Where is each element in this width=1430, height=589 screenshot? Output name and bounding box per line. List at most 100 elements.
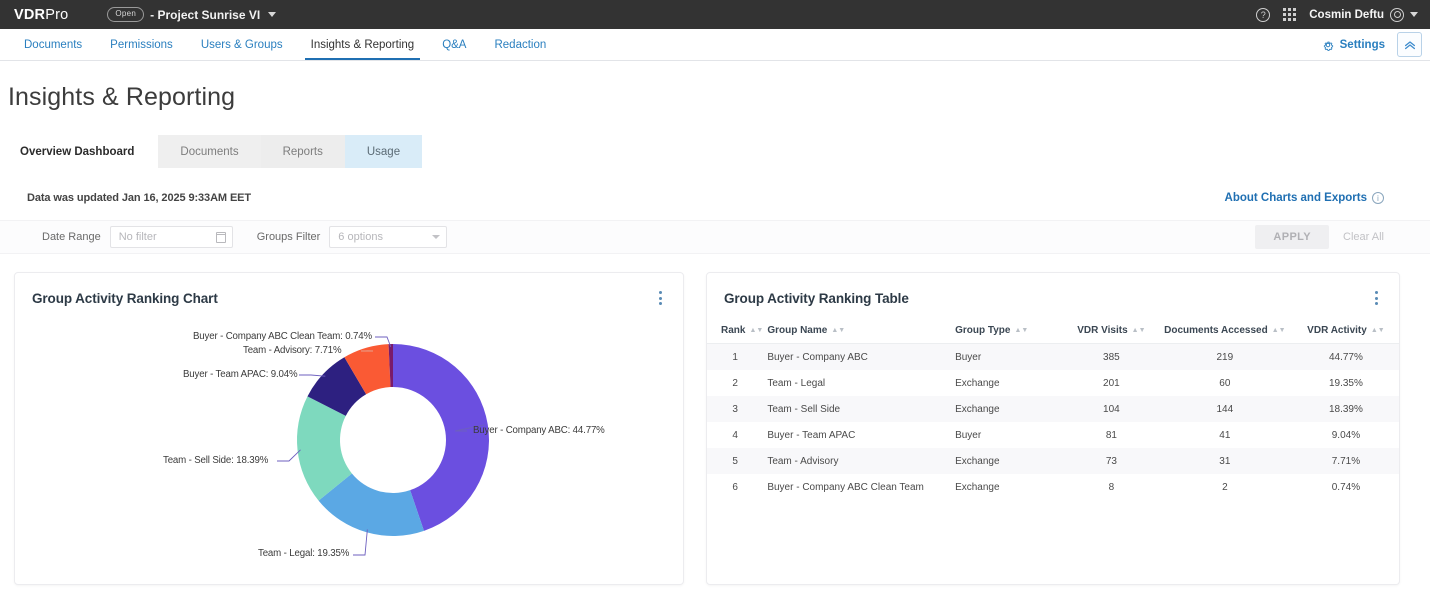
nav-item-redaction[interactable]: Redaction [480,29,560,60]
column-header-group-type[interactable]: Group Type▲▼ [955,319,1066,344]
cell-vdr-visits: 8 [1066,474,1157,500]
cell-rank: 6 [707,474,763,500]
updated-row: Data was updated Jan 16, 2025 9:33AM EET… [0,192,1430,204]
clear-all-button[interactable]: Clear All [1343,231,1384,243]
chevron-down-icon [1410,12,1418,17]
navbar-actions: Settings [1321,29,1430,60]
table-card-title: Group Activity Ranking Table [724,291,909,306]
column-header-rank[interactable]: Rank▲▼ [707,319,763,344]
status-badge: Open [107,7,144,22]
sort-icon: ▲▼ [1371,327,1385,334]
chart-label-clean-team: Buyer - Company ABC Clean Team: 0.74% [193,331,372,342]
tab-usage[interactable]: Usage [345,135,422,168]
table-row[interactable]: 6Buyer - Company ABC Clean TeamExchange8… [707,474,1399,500]
cell-vdr-activity: 18.39% [1293,396,1399,422]
cell-rank: 5 [707,448,763,474]
nav-item-insights-reporting[interactable]: Insights & Reporting [297,29,429,60]
cell-group-name: Buyer - Team APAC [763,422,955,448]
tab-documents[interactable]: Documents [158,135,260,168]
nav-item-qa[interactable]: Q&A [428,29,480,60]
cell-rank: 3 [707,396,763,422]
table-body: 1Buyer - Company ABCBuyer38521944.77%2Te… [707,344,1399,501]
cell-group-type: Exchange [955,448,1066,474]
chevron-double-up-icon [1403,38,1417,52]
column-header-vdr-activity[interactable]: VDR Activity▲▼ [1293,319,1399,344]
cell-vdr-activity: 0.74% [1293,474,1399,500]
column-header-group-name[interactable]: Group Name ▲▼ [763,319,955,344]
cell-group-type: Exchange [955,396,1066,422]
group-activity-ranking-table-card: Group Activity Ranking Table Rank▲▼ Grou… [706,272,1400,585]
column-header-vdr-visits[interactable]: VDR Visits▲▼ [1066,319,1157,344]
cell-vdr-visits: 73 [1066,448,1157,474]
dashboard-tabs: Overview Dashboard Documents Reports Usa… [16,135,1430,168]
avatar [1390,8,1404,22]
project-selector[interactable]: Open - Project Sunrise VI [107,7,276,22]
collapse-panel-button[interactable] [1397,32,1422,57]
donut-chart: Buyer - Company ABC Clean Team: 0.74% Te… [15,309,683,577]
cell-documents-accessed: 144 [1157,396,1293,422]
date-range-input[interactable]: No filter [110,226,233,248]
brand-main: VDR [14,7,45,23]
cell-vdr-visits: 104 [1066,396,1157,422]
table-row[interactable]: 1Buyer - Company ABCBuyer38521944.77% [707,344,1399,371]
kebab-menu-icon[interactable] [655,287,666,309]
cell-vdr-activity: 7.71% [1293,448,1399,474]
cell-vdr-visits: 81 [1066,422,1157,448]
column-header-documents-accessed[interactable]: Documents Accessed▲▼ [1157,319,1293,344]
apply-button[interactable]: APPLY [1255,225,1329,249]
cell-documents-accessed: 219 [1157,344,1293,371]
top-bar-actions: ? Cosmin Deftu [1256,8,1418,22]
cell-documents-accessed: 31 [1157,448,1293,474]
kebab-menu-icon[interactable] [1371,287,1382,309]
about-charts-and-exports-link[interactable]: About Charts and Exports i [1225,192,1384,204]
apps-grid-icon[interactable] [1283,8,1296,21]
user-menu[interactable]: Cosmin Deftu [1309,8,1418,22]
cell-documents-accessed: 41 [1157,422,1293,448]
donut-chart-svg [15,309,685,577]
settings-button[interactable]: Settings [1321,38,1385,52]
user-name: Cosmin Deftu [1309,9,1384,21]
tab-reports[interactable]: Reports [261,135,345,168]
chevron-down-icon [268,12,276,17]
filter-actions: APPLY Clear All [1255,225,1384,249]
sort-icon: ▲▼ [1014,327,1028,334]
cell-vdr-visits: 385 [1066,344,1157,371]
chart-label-company-abc: Buyer - Company ABC: 44.77% [473,425,605,436]
gear-icon [1321,38,1335,52]
date-range-label: Date Range [42,231,101,243]
column-label-group-name: Group Name [767,325,827,336]
table-row[interactable]: 5Team - AdvisoryExchange73317.71% [707,448,1399,474]
cell-group-name: Team - Sell Side [763,396,955,422]
groups-filter-select[interactable]: 6 options [329,226,447,248]
dashboard-content: Group Activity Ranking Chart Buyer - Com… [0,254,1430,585]
app-logo[interactable]: VDRPro [14,7,68,23]
cell-vdr-activity: 9.04% [1293,422,1399,448]
column-label-rank: Rank [721,325,745,336]
cell-rank: 2 [707,370,763,396]
nav-item-users-groups[interactable]: Users & Groups [187,29,297,60]
nav-item-permissions[interactable]: Permissions [96,29,187,60]
groups-filter-label: Groups Filter [257,231,321,243]
table-row[interactable]: 2Team - LegalExchange2016019.35% [707,370,1399,396]
table-row[interactable]: 4Buyer - Team APACBuyer81419.04% [707,422,1399,448]
leader-line [277,450,301,461]
help-circle-icon[interactable]: ? [1256,8,1270,22]
group-activity-table: Rank▲▼ Group Name▲▼ Group Type▲▼ VDR Vis… [707,319,1399,500]
chart-label-advisory: Team - Advisory: 7.71% [243,345,341,356]
cell-group-type: Exchange [955,370,1066,396]
nav-item-documents[interactable]: Documents [10,29,96,60]
chart-card-header: Group Activity Ranking Chart [15,273,683,309]
sort-icon: ▲▼ [831,327,845,334]
settings-label: Settings [1340,39,1385,51]
table-card-header: Group Activity Ranking Table [707,273,1399,309]
chart-label-team-apac: Buyer - Team APAC: 9.04% [183,369,298,380]
page-title: Insights & Reporting [0,61,1430,112]
tab-overview-dashboard[interactable]: Overview Dashboard [16,135,158,168]
table-row[interactable]: 3Team - Sell SideExchange10414418.39% [707,396,1399,422]
cell-rank: 1 [707,344,763,371]
chart-card-title: Group Activity Ranking Chart [32,291,218,306]
donut-slices [297,344,489,536]
date-range-value: No filter [119,231,216,243]
cell-documents-accessed: 2 [1157,474,1293,500]
chart-label-legal: Team - Legal: 19.35% [258,548,349,559]
